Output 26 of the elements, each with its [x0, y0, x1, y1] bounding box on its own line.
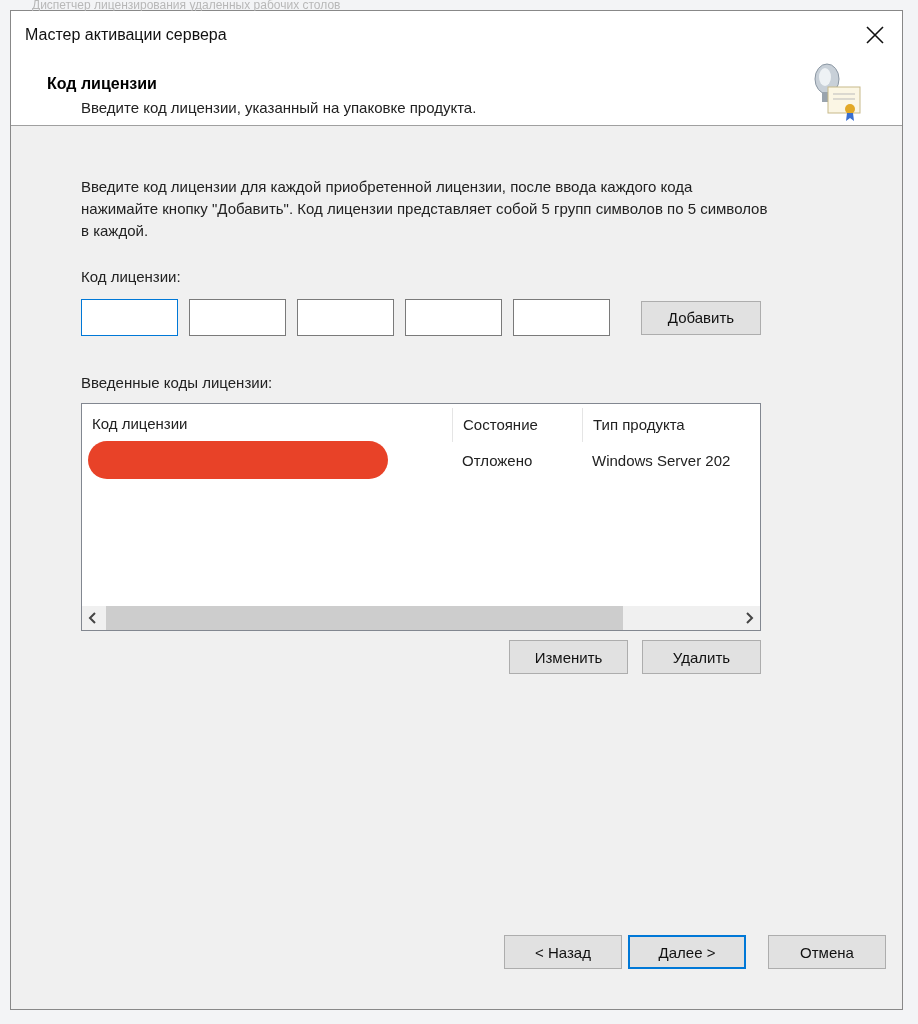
license-key-label: Код лицензии:	[81, 268, 182, 285]
key-input-field[interactable]	[405, 299, 502, 336]
key-input-field[interactable]	[189, 299, 286, 336]
wizard-button[interactable]: < Назад	[504, 935, 622, 969]
column-header[interactable]: Код лицензии	[82, 415, 452, 442]
background-window-title: Диспетчер лицензирования удаленных рабочих столов	[32, 0, 342, 10]
scroll-right-icon[interactable]	[744, 612, 754, 624]
key-input-field[interactable]	[81, 299, 178, 336]
wizard-button[interactable]: Отмена	[768, 935, 886, 969]
table-cell-text: Windows Server 202	[591, 451, 732, 469]
page-title: Код лицензии	[47, 75, 158, 93]
key-input-field[interactable]	[513, 299, 610, 336]
table-cell-text: Отложено	[461, 451, 534, 469]
column-header[interactable]: Состояние	[452, 408, 582, 442]
page-subtitle: Введите код лицензии, указанный на упаковке продукта.	[80, 99, 477, 116]
window-title: Мастер активации сервера	[25, 26, 227, 44]
wizard-button[interactable]: Далее >	[628, 935, 746, 969]
column-header[interactable]: Тип продукта	[582, 408, 760, 442]
add-button[interactable]: Добавить	[641, 300, 761, 335]
key-input-field[interactable]	[297, 299, 394, 336]
horizontal-scrollbar[interactable]	[82, 606, 760, 630]
instructions-text: Введите код лицензии для каждой приобретенной лицензии, после ввода каждого кода нажимайте кнопку "Добавить". Код лицензии представляет собой 5 групп символов по 5 символов в каждой.	[81, 177, 769, 241]
list-action-button[interactable]: Изменить	[509, 640, 628, 674]
entered-keys-label: Введенные коды лицензии:	[81, 374, 274, 391]
scroll-left-icon[interactable]	[88, 612, 98, 624]
list-action-button[interactable]: Удалить	[642, 640, 761, 674]
